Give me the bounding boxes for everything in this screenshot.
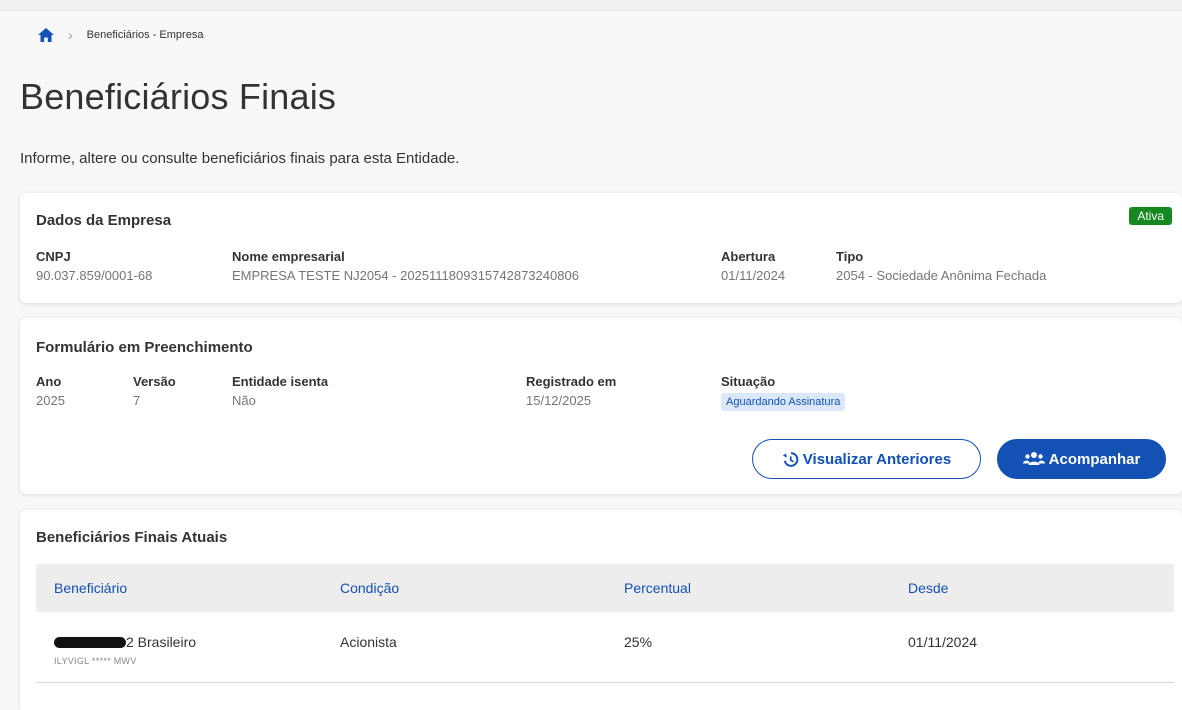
top-bar <box>0 0 1182 11</box>
table-header-row: Beneficiário Condição Percentual Desde <box>36 564 1174 612</box>
exempt-field: Entidade isenta Não <box>232 374 328 408</box>
page-subtitle: Informe, altere ou consulte beneficiário… <box>20 150 460 167</box>
breadcrumb-current: Beneficiários - Empresa <box>86 29 204 41</box>
year-label: Ano <box>36 374 62 389</box>
form-card-title: Formulário em Preenchimento <box>36 339 253 356</box>
company-card: Dados da Empresa Ativa CNPJ 90.037.859/0… <box>20 193 1182 303</box>
version-label: Versão <box>133 374 176 389</box>
beneficiaries-card-title: Beneficiários Finais Atuais <box>36 529 228 546</box>
exempt-label: Entidade isenta <box>232 374 329 389</box>
beneficiary-nationality: 2 Brasileiro <box>126 634 197 650</box>
home-icon[interactable] <box>38 28 54 42</box>
situation-label: Situação <box>721 374 776 389</box>
form-card: Formulário em Preenchimento Ano 2025 Ver… <box>20 318 1182 494</box>
column-header-percentage[interactable]: Percentual <box>606 564 890 612</box>
chevron-right-icon: › <box>68 27 73 43</box>
follow-label: Acompanhar <box>1048 450 1141 468</box>
company-name-label: Nome empresarial <box>232 249 345 264</box>
column-header-since[interactable]: Desde <box>890 564 1174 612</box>
registered-field: Registrado em 15/12/2025 <box>526 374 616 408</box>
registered-value: 15/12/2025 <box>526 393 592 408</box>
situation-badge: Aguardando Assinatura <box>721 393 846 411</box>
type-label: Tipo <box>836 249 864 264</box>
column-header-condition[interactable]: Condição <box>322 564 606 612</box>
registered-label: Registrado em <box>526 374 617 389</box>
column-header-beneficiary[interactable]: Beneficiário <box>36 564 322 612</box>
beneficiaries-card: Beneficiários Finais Atuais Beneficiário… <box>20 510 1182 710</box>
page-title: Beneficiários Finais <box>20 76 337 117</box>
company-name-value: EMPRESA TESTE NJ2054 - 20251118093157428… <box>232 268 579 283</box>
condition-cell: Acionista <box>322 612 606 683</box>
history-icon <box>782 451 799 468</box>
company-name-field: Nome empresarial EMPRESA TESTE NJ2054 - … <box>232 249 579 283</box>
opening-label: Abertura <box>721 249 776 264</box>
since-cell: 01/11/2024 <box>890 612 1174 683</box>
beneficiary-cell: 2 Brasileiro ILYVIGL ***** MWV <box>36 612 322 683</box>
view-previous-label: Visualizar Anteriores <box>802 450 952 468</box>
table-row[interactable]: 2 Brasileiro ILYVIGL ***** MWV Acionista… <box>36 612 1174 683</box>
cnpj-field: CNPJ 90.037.859/0001-68 <box>36 249 152 283</box>
year-value: 2025 <box>36 393 65 408</box>
situation-field: Situação Aguardando Assinatura <box>721 374 846 411</box>
redacted-document <box>54 637 126 648</box>
company-card-title: Dados da Empresa <box>36 212 172 229</box>
opening-value: 01/11/2024 <box>721 268 786 283</box>
status-badge: Ativa <box>1129 207 1172 225</box>
view-previous-button[interactable]: Visualizar Anteriores <box>752 439 981 479</box>
type-value: 2054 - Sociedade Anônima Fechada <box>836 268 1047 283</box>
beneficiary-name: ILYVIGL ***** MWV <box>54 656 137 666</box>
percentage-cell: 25% <box>606 612 890 683</box>
breadcrumb: › Beneficiários - Empresa <box>38 28 203 42</box>
cnpj-value: 90.037.859/0001-68 <box>36 268 153 283</box>
version-value: 7 <box>133 393 141 408</box>
follow-button[interactable]: Acompanhar <box>997 439 1166 479</box>
users-icon <box>1022 451 1045 467</box>
type-field: Tipo 2054 - Sociedade Anônima Fechada <box>836 249 1046 283</box>
beneficiaries-table: Beneficiário Condição Percentual Desde 2… <box>36 564 1174 683</box>
opening-field: Abertura 01/11/2024 <box>721 249 785 283</box>
cnpj-label: CNPJ <box>36 249 71 264</box>
version-field: Versão 7 <box>133 374 176 408</box>
exempt-value: Não <box>232 393 256 408</box>
year-field: Ano 2025 <box>36 374 65 408</box>
